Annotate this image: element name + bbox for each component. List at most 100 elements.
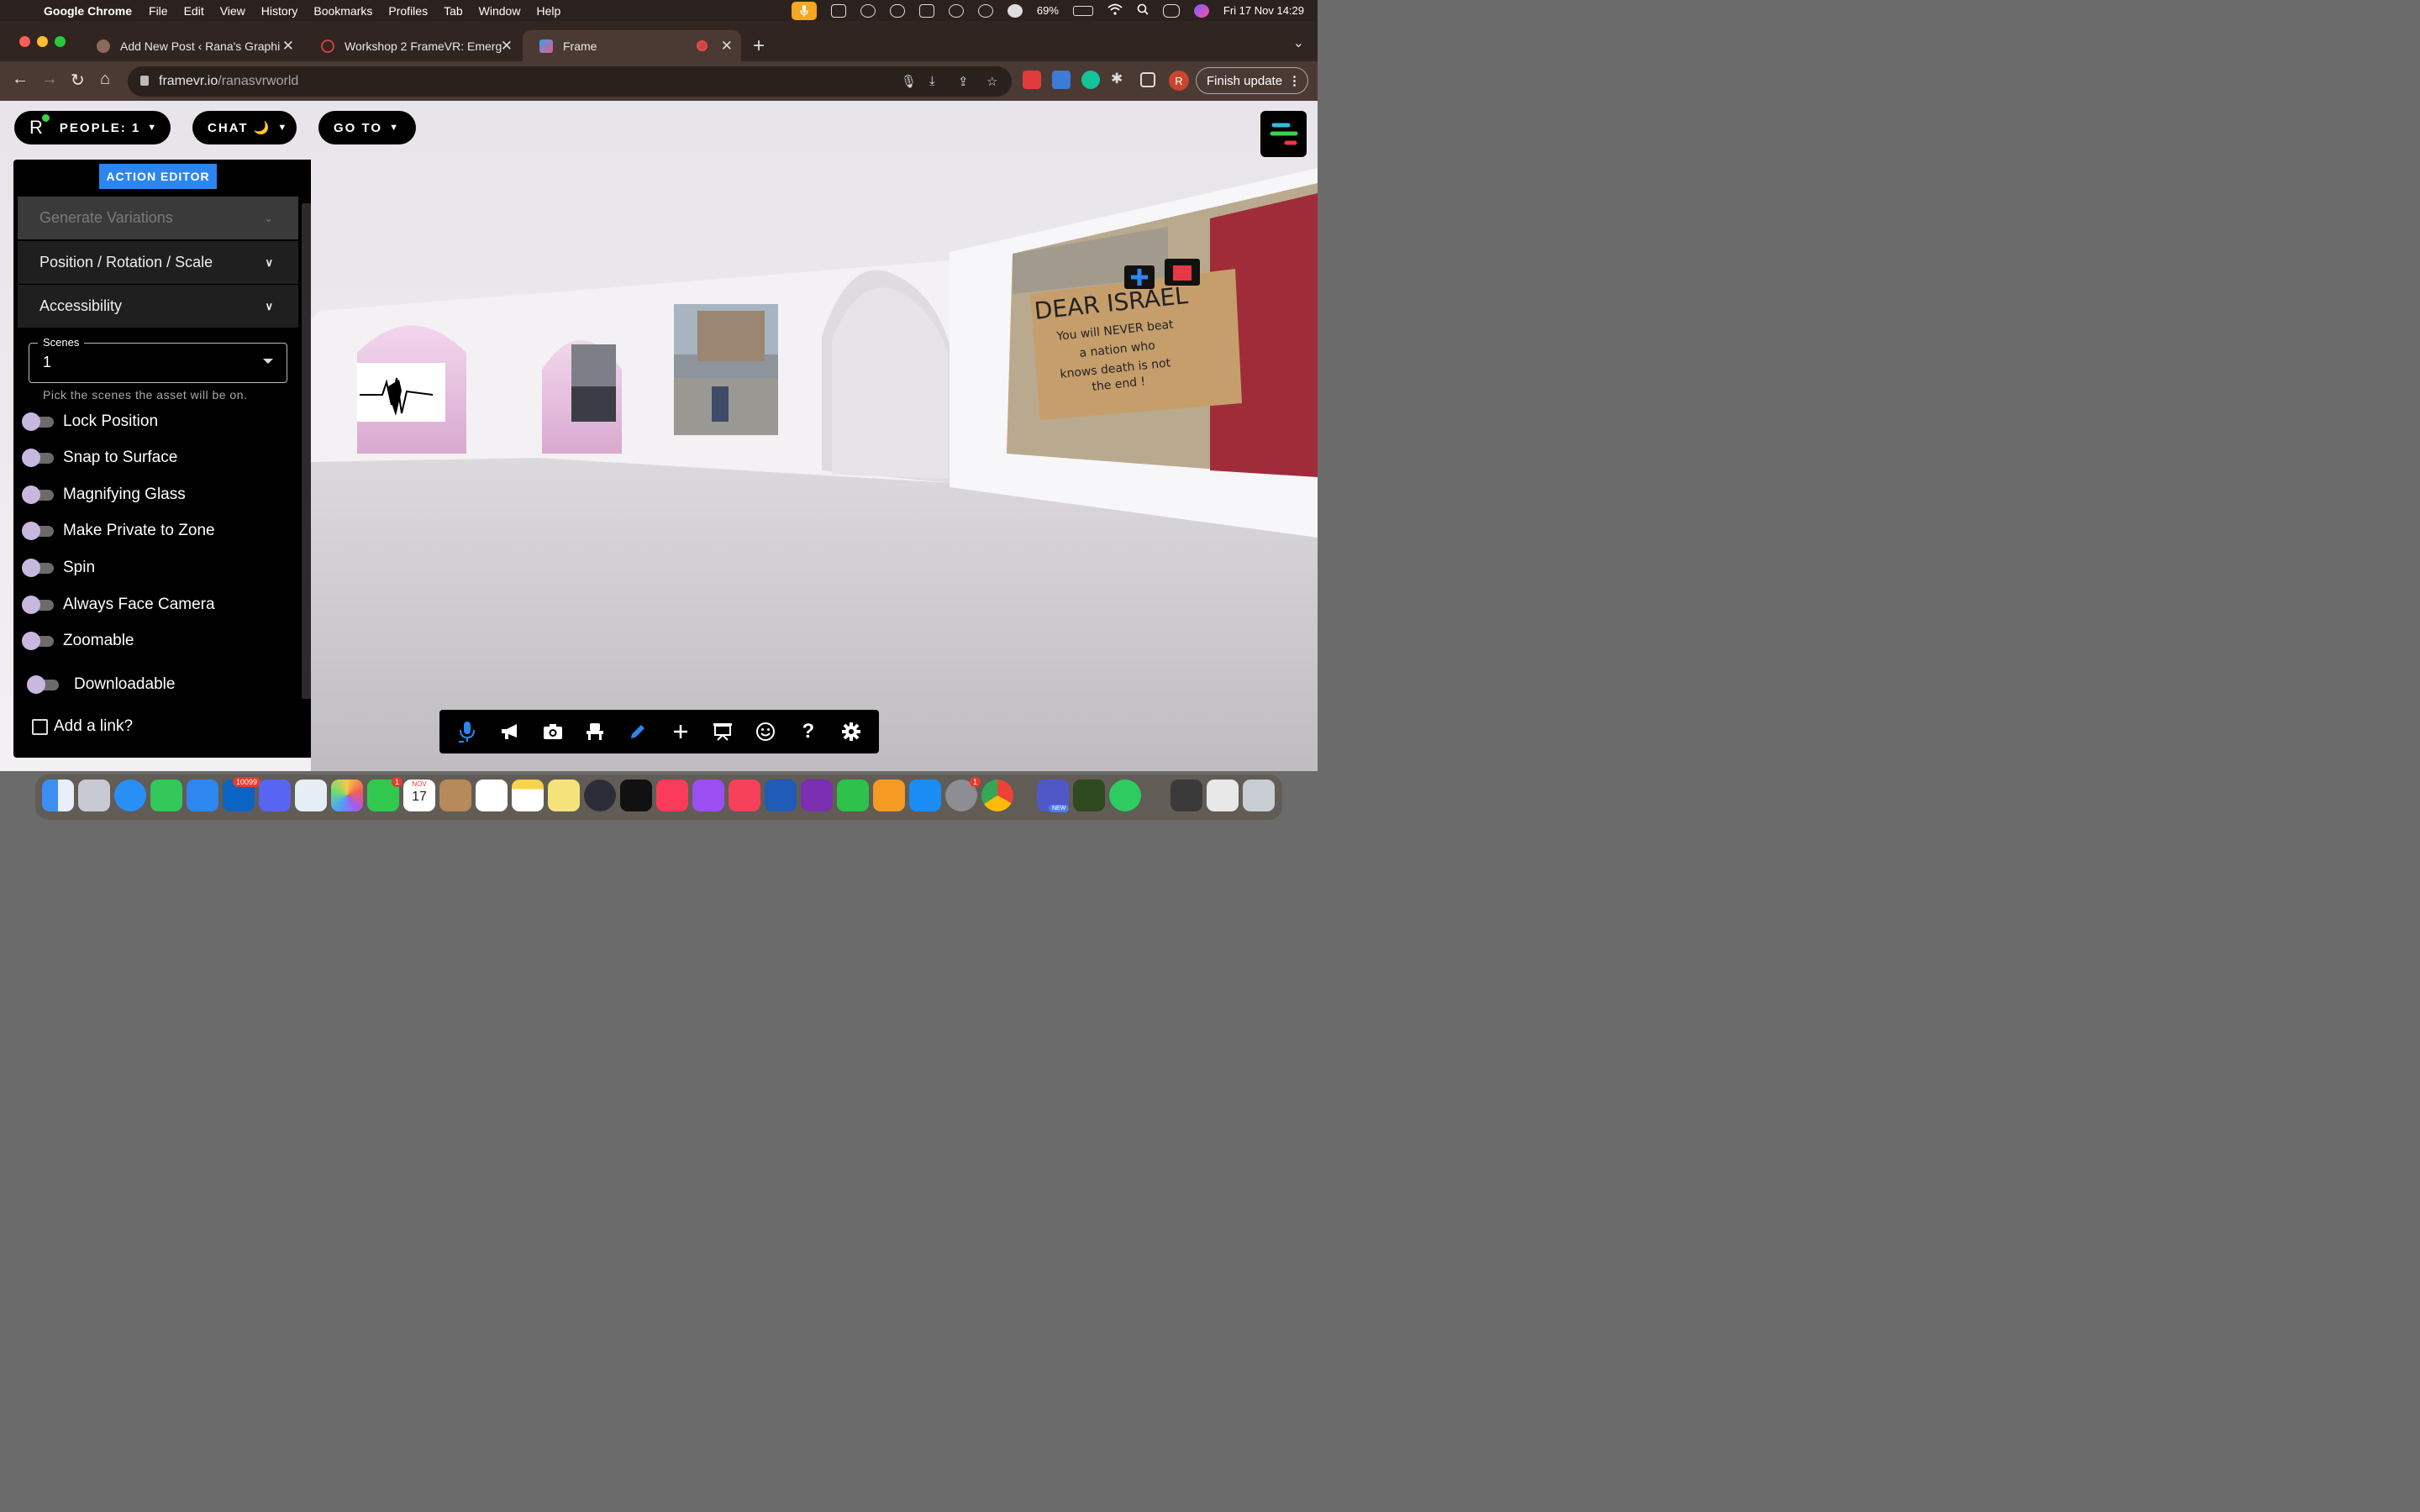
- numbers-icon[interactable]: [837, 780, 869, 811]
- action-editor-button[interactable]: ACTION EDITOR: [99, 164, 217, 189]
- install-app-icon[interactable]: ⤓: [929, 74, 943, 89]
- finish-update-button[interactable]: Finish update ⋮: [1196, 67, 1308, 94]
- mail-icon[interactable]: [187, 780, 218, 811]
- toggle-switch[interactable]: [27, 675, 59, 695]
- toggle-switch[interactable]: [22, 521, 54, 541]
- messages-icon[interactable]: [150, 780, 182, 811]
- help-icon[interactable]: ?: [792, 715, 825, 748]
- spotlight-search-icon[interactable]: [1137, 3, 1149, 18]
- notes-icon[interactable]: [512, 780, 544, 811]
- podcasts-icon[interactable]: [692, 780, 724, 811]
- microphone-icon[interactable]: [450, 715, 484, 748]
- menu-view[interactable]: View: [220, 4, 245, 18]
- accessibility-icon[interactable]: [948, 3, 964, 18]
- section-accessibility[interactable]: Accessibility ∨: [18, 285, 298, 328]
- side-panel-icon[interactable]: [1140, 72, 1155, 87]
- toggle-switch[interactable]: [22, 595, 54, 615]
- extension-save-icon[interactable]: [1052, 71, 1071, 89]
- new-tab-button[interactable]: +: [753, 34, 765, 58]
- facetime-icon[interactable]: 1: [367, 777, 402, 811]
- sg-app-icon[interactable]: [1073, 780, 1105, 811]
- people-menu-button[interactable]: R PEOPLE: 1 ▼: [14, 111, 171, 144]
- menu-profiles[interactable]: Profiles: [388, 4, 428, 18]
- back-icon[interactable]: ←: [12, 70, 29, 89]
- toggle-lock-position[interactable]: Lock Position: [22, 409, 158, 434]
- grammarly-icon[interactable]: [1081, 71, 1100, 89]
- discord-icon[interactable]: [259, 780, 291, 811]
- maps-icon[interactable]: [295, 780, 327, 811]
- teams-icon[interactable]: NEW: [1037, 780, 1070, 812]
- camera-icon[interactable]: [536, 715, 570, 748]
- time-machine-icon[interactable]: [977, 3, 993, 18]
- kebab-menu-icon[interactable]: ⋮: [1288, 73, 1301, 88]
- menu-bookmarks[interactable]: Bookmarks: [313, 4, 372, 18]
- music-icon[interactable]: [656, 780, 688, 811]
- quicktime-icon[interactable]: [584, 780, 616, 811]
- lock-icon[interactable]: [140, 76, 149, 86]
- profile-avatar[interactable]: R: [1169, 71, 1189, 91]
- stickies-icon[interactable]: [548, 780, 580, 811]
- window-zoom-button[interactable]: [55, 36, 66, 47]
- scenes-select[interactable]: Scenes 1: [29, 336, 287, 383]
- menu-file[interactable]: File: [149, 4, 168, 18]
- presentation-icon[interactable]: [706, 715, 739, 748]
- pages-icon[interactable]: [873, 780, 905, 811]
- megaphone-icon[interactable]: [493, 715, 527, 748]
- window-minimize-button[interactable]: [37, 36, 48, 47]
- settings-icon[interactable]: [834, 715, 868, 748]
- emoji-icon[interactable]: [749, 715, 782, 748]
- close-icon[interactable]: ✕: [501, 38, 513, 55]
- menu-edit[interactable]: Edit: [184, 4, 204, 18]
- add-link-checkbox[interactable]: [32, 718, 48, 735]
- sync-app-icon[interactable]: [1007, 3, 1023, 18]
- pencil-icon[interactable]: [621, 715, 655, 748]
- close-icon[interactable]: ✕: [721, 38, 733, 55]
- finder-icon[interactable]: [42, 780, 74, 811]
- toggle-snap-to-surface[interactable]: Snap to Surface: [22, 445, 177, 470]
- toggle-switch[interactable]: [22, 448, 54, 468]
- bookmark-star-icon[interactable]: ☆: [986, 74, 1000, 89]
- trash-icon[interactable]: [1243, 780, 1275, 811]
- window-close-button[interactable]: [19, 36, 30, 47]
- toggle-magnifying-glass[interactable]: Magnifying Glass: [22, 482, 186, 507]
- extension-tp-icon[interactable]: [1023, 71, 1041, 89]
- outlook-status-icon[interactable]: [830, 3, 846, 18]
- reload-icon[interactable]: ↻: [71, 70, 85, 91]
- forward-icon[interactable]: →: [41, 70, 58, 89]
- section-position-rotation-scale[interactable]: Position / Rotation / Scale ∨: [18, 241, 298, 284]
- menu-history[interactable]: History: [261, 4, 298, 18]
- input-source-icon[interactable]: [918, 3, 934, 18]
- plus-icon[interactable]: [664, 715, 697, 748]
- news-icon[interactable]: [729, 780, 760, 811]
- launchpad-icon[interactable]: [78, 780, 110, 811]
- battery-icon[interactable]: [1072, 5, 1093, 16]
- goto-menu-button[interactable]: GO TO ▼: [318, 111, 416, 144]
- onenote-icon[interactable]: [801, 780, 833, 811]
- chrome-icon[interactable]: [981, 780, 1013, 811]
- control-center-icon[interactable]: [1162, 3, 1180, 18]
- tab-frame[interactable]: Frame ✕: [523, 30, 741, 61]
- screenshot-preview-icon[interactable]: [1171, 780, 1202, 811]
- menubar-app-name[interactable]: Google Chrome: [44, 4, 132, 18]
- panel-scrollbar[interactable]: [302, 203, 311, 699]
- address-bar[interactable]: framevr.io/ranasvrworld 🎙 ⤓ ⇪ ☆: [128, 66, 1012, 97]
- whatsapp-icon[interactable]: [1109, 780, 1141, 811]
- word-icon[interactable]: [765, 780, 797, 811]
- tab-workshop-framevr[interactable]: Workshop 2 FrameVR: Emergi ✕: [304, 30, 521, 61]
- extensions-puzzle-icon[interactable]: ✱: [1111, 71, 1129, 89]
- contacts-icon[interactable]: [439, 780, 471, 811]
- home-icon[interactable]: ⌂: [100, 70, 110, 89]
- toggle-make-private-to-zone[interactable]: Make Private to Zone: [22, 518, 215, 543]
- downloads-stack-icon[interactable]: [1207, 780, 1239, 811]
- share-icon[interactable]: ⇪: [958, 74, 971, 89]
- menubar-clock[interactable]: Fri 17 Nov 14:29: [1223, 4, 1304, 17]
- toggle-downloadable[interactable]: Downloadable: [27, 672, 175, 697]
- toggle-spin[interactable]: Spin: [22, 555, 95, 580]
- safari-icon[interactable]: [114, 780, 146, 811]
- mic-status-icon[interactable]: [791, 1, 817, 20]
- chat-menu-button[interactable]: CHAT 🌙 ▼: [192, 111, 297, 144]
- frame-main-menu-button[interactable]: [1260, 111, 1307, 157]
- toggle-switch[interactable]: [22, 412, 54, 432]
- microphone-icon[interactable]: 🎙: [901, 74, 917, 89]
- toggle-switch[interactable]: [22, 631, 54, 651]
